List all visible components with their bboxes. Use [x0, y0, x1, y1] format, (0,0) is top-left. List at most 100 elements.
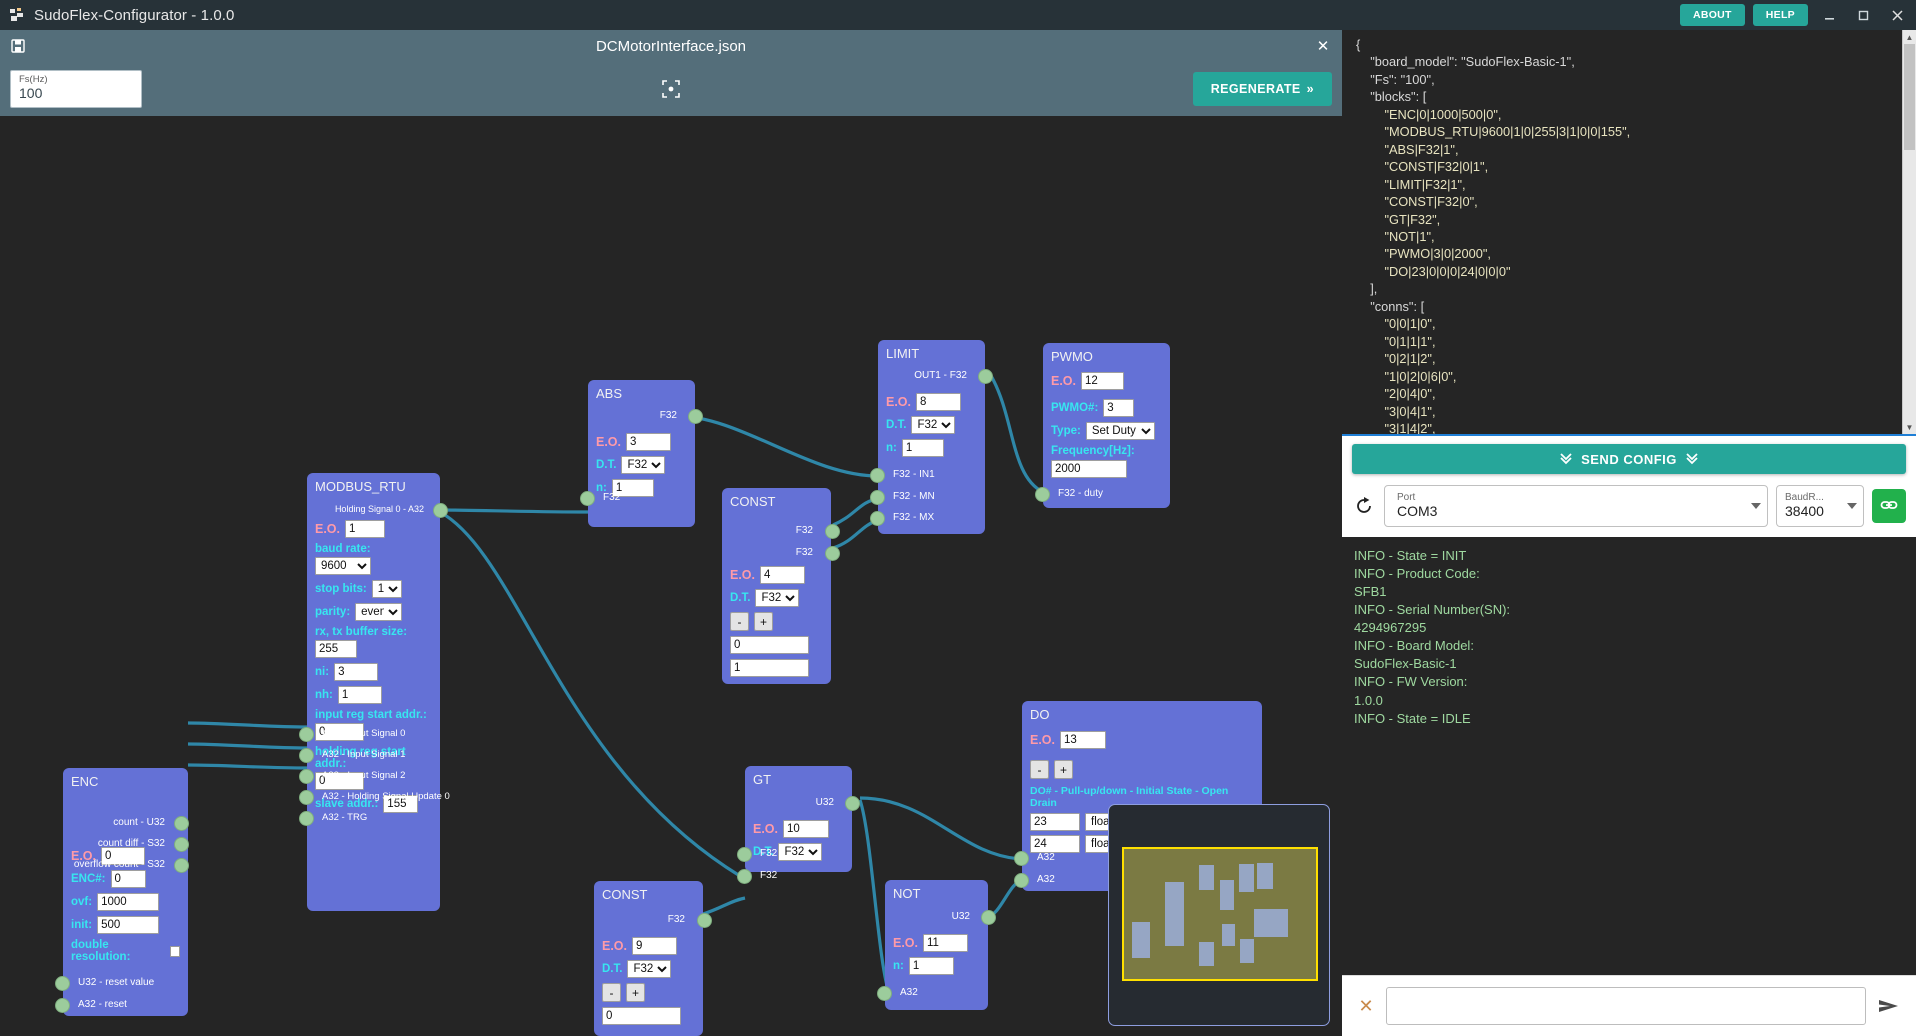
const1-value-0-input[interactable] — [730, 636, 809, 654]
pwmo-type-select[interactable]: Set Duty — [1085, 422, 1155, 440]
do-pin-1-input[interactable] — [1030, 835, 1080, 853]
port-in-mx[interactable] — [870, 511, 885, 526]
refresh-icon[interactable] — [1352, 494, 1376, 518]
send-command-icon[interactable] — [1876, 996, 1902, 1016]
port-in-duty[interactable] — [1035, 487, 1050, 502]
node-pwmo[interactable]: PWMO E.O. PWMO#: Type: Set Duty Frequenc… — [1035, 343, 1170, 508]
const1-minus-button[interactable]: - — [730, 612, 749, 631]
port-in-input-signal-0[interactable] — [299, 727, 314, 742]
about-button[interactable]: ABOUT — [1679, 4, 1745, 26]
port-out-u32[interactable] — [845, 796, 860, 811]
port-out-overflow-count[interactable] — [174, 858, 189, 873]
limit-dt-select[interactable]: F32 — [911, 416, 956, 434]
sampling-frequency-field[interactable]: Fs(Hz) 100 — [10, 70, 142, 108]
canvas-minimap[interactable] — [1108, 804, 1330, 1026]
const1-value-1-input[interactable] — [730, 659, 809, 677]
port-in-f32-1[interactable] — [737, 869, 752, 884]
port-in-reset[interactable] — [55, 998, 70, 1013]
buffer-size-input[interactable] — [315, 640, 357, 658]
pwmo-eo-input[interactable] — [1081, 372, 1125, 390]
send-config-button[interactable]: SEND CONFIG — [1352, 444, 1906, 474]
port-in-a32-0[interactable] — [1014, 851, 1029, 866]
document-close-icon[interactable]: ✕ — [1312, 35, 1334, 57]
port-in-f32[interactable] — [580, 491, 595, 506]
abs-dt-select[interactable]: F32 — [621, 456, 666, 474]
port-in-f32-0[interactable] — [737, 847, 752, 862]
gt-eo-input[interactable] — [783, 820, 830, 838]
port-in-holding-signal-update-0[interactable] — [299, 790, 314, 805]
maximize-icon[interactable] — [1850, 4, 1876, 26]
nh-input[interactable] — [337, 686, 382, 704]
node-enc[interactable]: ENC count - U32 count diff - S32 overflo… — [55, 768, 189, 1016]
node-limit[interactable]: LIMIT OUT1 - F32 E.O. D.T. F32 n: — [870, 340, 993, 534]
port-in-trg[interactable] — [299, 811, 314, 826]
const2-eo-input[interactable] — [632, 937, 678, 955]
port-out-count-diff[interactable] — [174, 837, 189, 852]
const2-value-0-input[interactable] — [602, 1007, 681, 1025]
port-in-reset-value[interactable] — [55, 976, 70, 991]
node-canvas[interactable]: ENC count - U32 count diff - S32 overflo… — [0, 116, 1342, 1036]
port-in-input-signal-2[interactable] — [299, 769, 314, 784]
port-out-u32[interactable] — [981, 910, 996, 925]
const1-eo-input[interactable] — [760, 566, 806, 584]
not-n-input[interactable] — [908, 957, 954, 975]
port-out-out1[interactable] — [978, 369, 993, 384]
pwmo-num-input[interactable] — [1103, 399, 1135, 417]
pwmo-freq-input[interactable] — [1051, 460, 1127, 478]
scroll-up-icon[interactable]: ▲ — [1903, 30, 1916, 44]
port-in-in1[interactable] — [870, 468, 885, 483]
clear-console-icon[interactable]: ✕ — [1356, 996, 1376, 1017]
enc-ovf-input[interactable] — [97, 893, 160, 911]
port-out-f32-1[interactable] — [825, 546, 840, 561]
do-eo-input[interactable] — [1060, 731, 1107, 749]
fit-to-screen-icon[interactable] — [660, 78, 682, 100]
scroll-down-icon[interactable]: ▼ — [1903, 420, 1916, 434]
console-output[interactable]: INFO - State = INIT INFO - Product Code: S… — [1342, 537, 1916, 975]
port-out-f32[interactable] — [688, 409, 703, 424]
const1-dt-select[interactable]: F32 — [755, 589, 800, 607]
node-const-2[interactable]: CONST F32 E.O. D.T. F32 - + — [594, 881, 712, 1036]
gt-dt-select[interactable]: F32 — [778, 843, 823, 861]
const1-plus-button[interactable]: + — [754, 612, 773, 631]
port-out-count[interactable] — [174, 816, 189, 831]
connect-button[interactable] — [1872, 489, 1906, 523]
const2-plus-button[interactable]: + — [626, 983, 645, 1002]
limit-eo-input[interactable] — [916, 393, 962, 411]
port-out-f32-0[interactable] — [825, 524, 840, 539]
node-modbus-rtu[interactable]: MODBUS_RTU Holding Signal 0 - A32 E.O. b… — [299, 473, 450, 911]
help-button[interactable]: HELP — [1752, 4, 1808, 26]
save-icon[interactable] — [8, 36, 28, 56]
json-scrollbar[interactable]: ▲ ▼ — [1902, 30, 1916, 434]
node-abs[interactable]: ABS F32 E.O. D.T. F32 n: F — [580, 380, 703, 527]
port-in-mn[interactable] — [870, 490, 885, 505]
stop-bits-select[interactable]: 1 — [371, 580, 402, 598]
close-icon[interactable] — [1884, 4, 1910, 26]
scroll-thumb[interactable] — [1904, 44, 1915, 150]
port-in-a32-1[interactable] — [1014, 873, 1029, 888]
limit-n-input[interactable] — [901, 439, 944, 457]
port-in-a32[interactable] — [877, 986, 892, 1001]
enc-num-input[interactable] — [110, 870, 146, 888]
ni-input[interactable] — [334, 663, 379, 681]
const2-minus-button[interactable]: - — [602, 983, 621, 1002]
node-not[interactable]: NOT U32 E.O. n: A32 — [877, 880, 996, 1010]
node-gt[interactable]: GT U32 E.O. D.T. F32 F32 F32 — [737, 766, 860, 884]
do-minus-button[interactable]: - — [1030, 760, 1049, 779]
do-plus-button[interactable]: + — [1054, 760, 1073, 779]
port-in-input-signal-1[interactable] — [299, 748, 314, 763]
enc-init-input[interactable] — [97, 916, 160, 934]
abs-eo-input[interactable] — [626, 433, 672, 451]
baudrate-select[interactable]: BaudR... 38400 — [1776, 485, 1864, 527]
node-const-1[interactable]: CONST F32 F32 E.O. D.T. F32 - + — [722, 488, 840, 684]
port-select[interactable]: Port COM3 — [1384, 485, 1768, 527]
double-resolution-checkbox[interactable] — [169, 945, 180, 957]
port-out-f32[interactable] — [697, 913, 712, 928]
not-eo-input[interactable] — [923, 934, 969, 952]
port-out-holding-signal-0[interactable] — [433, 503, 448, 518]
regenerate-button[interactable]: REGENERATE » — [1192, 72, 1332, 106]
modbus-eo-input[interactable] — [345, 520, 386, 538]
const2-dt-select[interactable]: F32 — [627, 960, 672, 978]
do-pin-0-input[interactable] — [1030, 813, 1080, 831]
minimap-viewport[interactable] — [1122, 847, 1318, 981]
baud-rate-select[interactable]: 9600 — [315, 557, 371, 575]
